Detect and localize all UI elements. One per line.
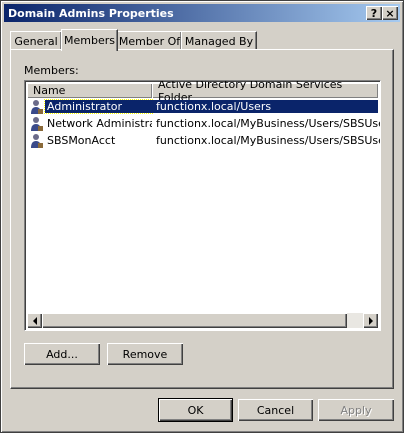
title-bar[interactable]: Domain Admins Properties ? × — [4, 4, 400, 22]
remove-button[interactable]: Remove — [107, 343, 183, 365]
member-folder: functionx.local/Users — [152, 100, 378, 113]
members-label: Members: — [24, 64, 79, 77]
scroll-right-button[interactable] — [363, 313, 378, 328]
member-folder: functionx.local/MyBusiness/Users/SBSUser… — [156, 134, 381, 147]
help-icon: ? — [370, 6, 378, 20]
list-header: Name Active Directory Domain Services Fo… — [27, 81, 378, 104]
scroll-thumb[interactable] — [42, 313, 347, 328]
list-item[interactable]: SBSMonAcct functionx.local/MyBusiness/Us… — [27, 132, 381, 149]
member-name: Network Administrator — [47, 117, 152, 130]
arrow-right-icon — [368, 316, 373, 325]
column-header-name[interactable]: Name — [27, 83, 152, 98]
column-header-folder[interactable]: Active Directory Domain Services Folder — [152, 81, 378, 104]
member-name: Administrator — [44, 99, 153, 114]
user-icon — [31, 133, 43, 148]
tab-member-of[interactable]: Member Of — [117, 31, 182, 50]
close-icon: × — [385, 6, 395, 20]
close-button[interactable]: × — [382, 6, 398, 20]
scroll-left-button[interactable] — [27, 313, 42, 328]
tab-general[interactable]: General — [10, 31, 62, 50]
arrow-left-icon — [32, 316, 37, 325]
member-folder: functionx.local/MyBusiness/Users/SBSUser… — [156, 117, 381, 130]
add-button[interactable]: Add... — [24, 343, 100, 365]
help-button[interactable]: ? — [366, 6, 382, 20]
apply-button[interactable]: Apply — [318, 399, 394, 421]
user-icon — [31, 116, 43, 131]
tab-managed-by[interactable]: Managed By — [181, 31, 257, 50]
tab-members[interactable]: Members — [61, 29, 118, 51]
user-icon — [31, 99, 43, 114]
ok-button[interactable]: OK — [158, 398, 233, 422]
list-item[interactable]: Administrator functionx.local/Users — [27, 98, 378, 115]
horizontal-scrollbar[interactable] — [27, 313, 378, 328]
member-name: SBSMonAcct — [47, 134, 116, 147]
cancel-button[interactable]: Cancel — [238, 399, 313, 421]
members-list[interactable]: Name Active Directory Domain Services Fo… — [24, 80, 381, 331]
list-item[interactable]: Network Administrator functionx.local/My… — [27, 115, 381, 132]
window-title: Domain Admins Properties — [8, 6, 174, 20]
